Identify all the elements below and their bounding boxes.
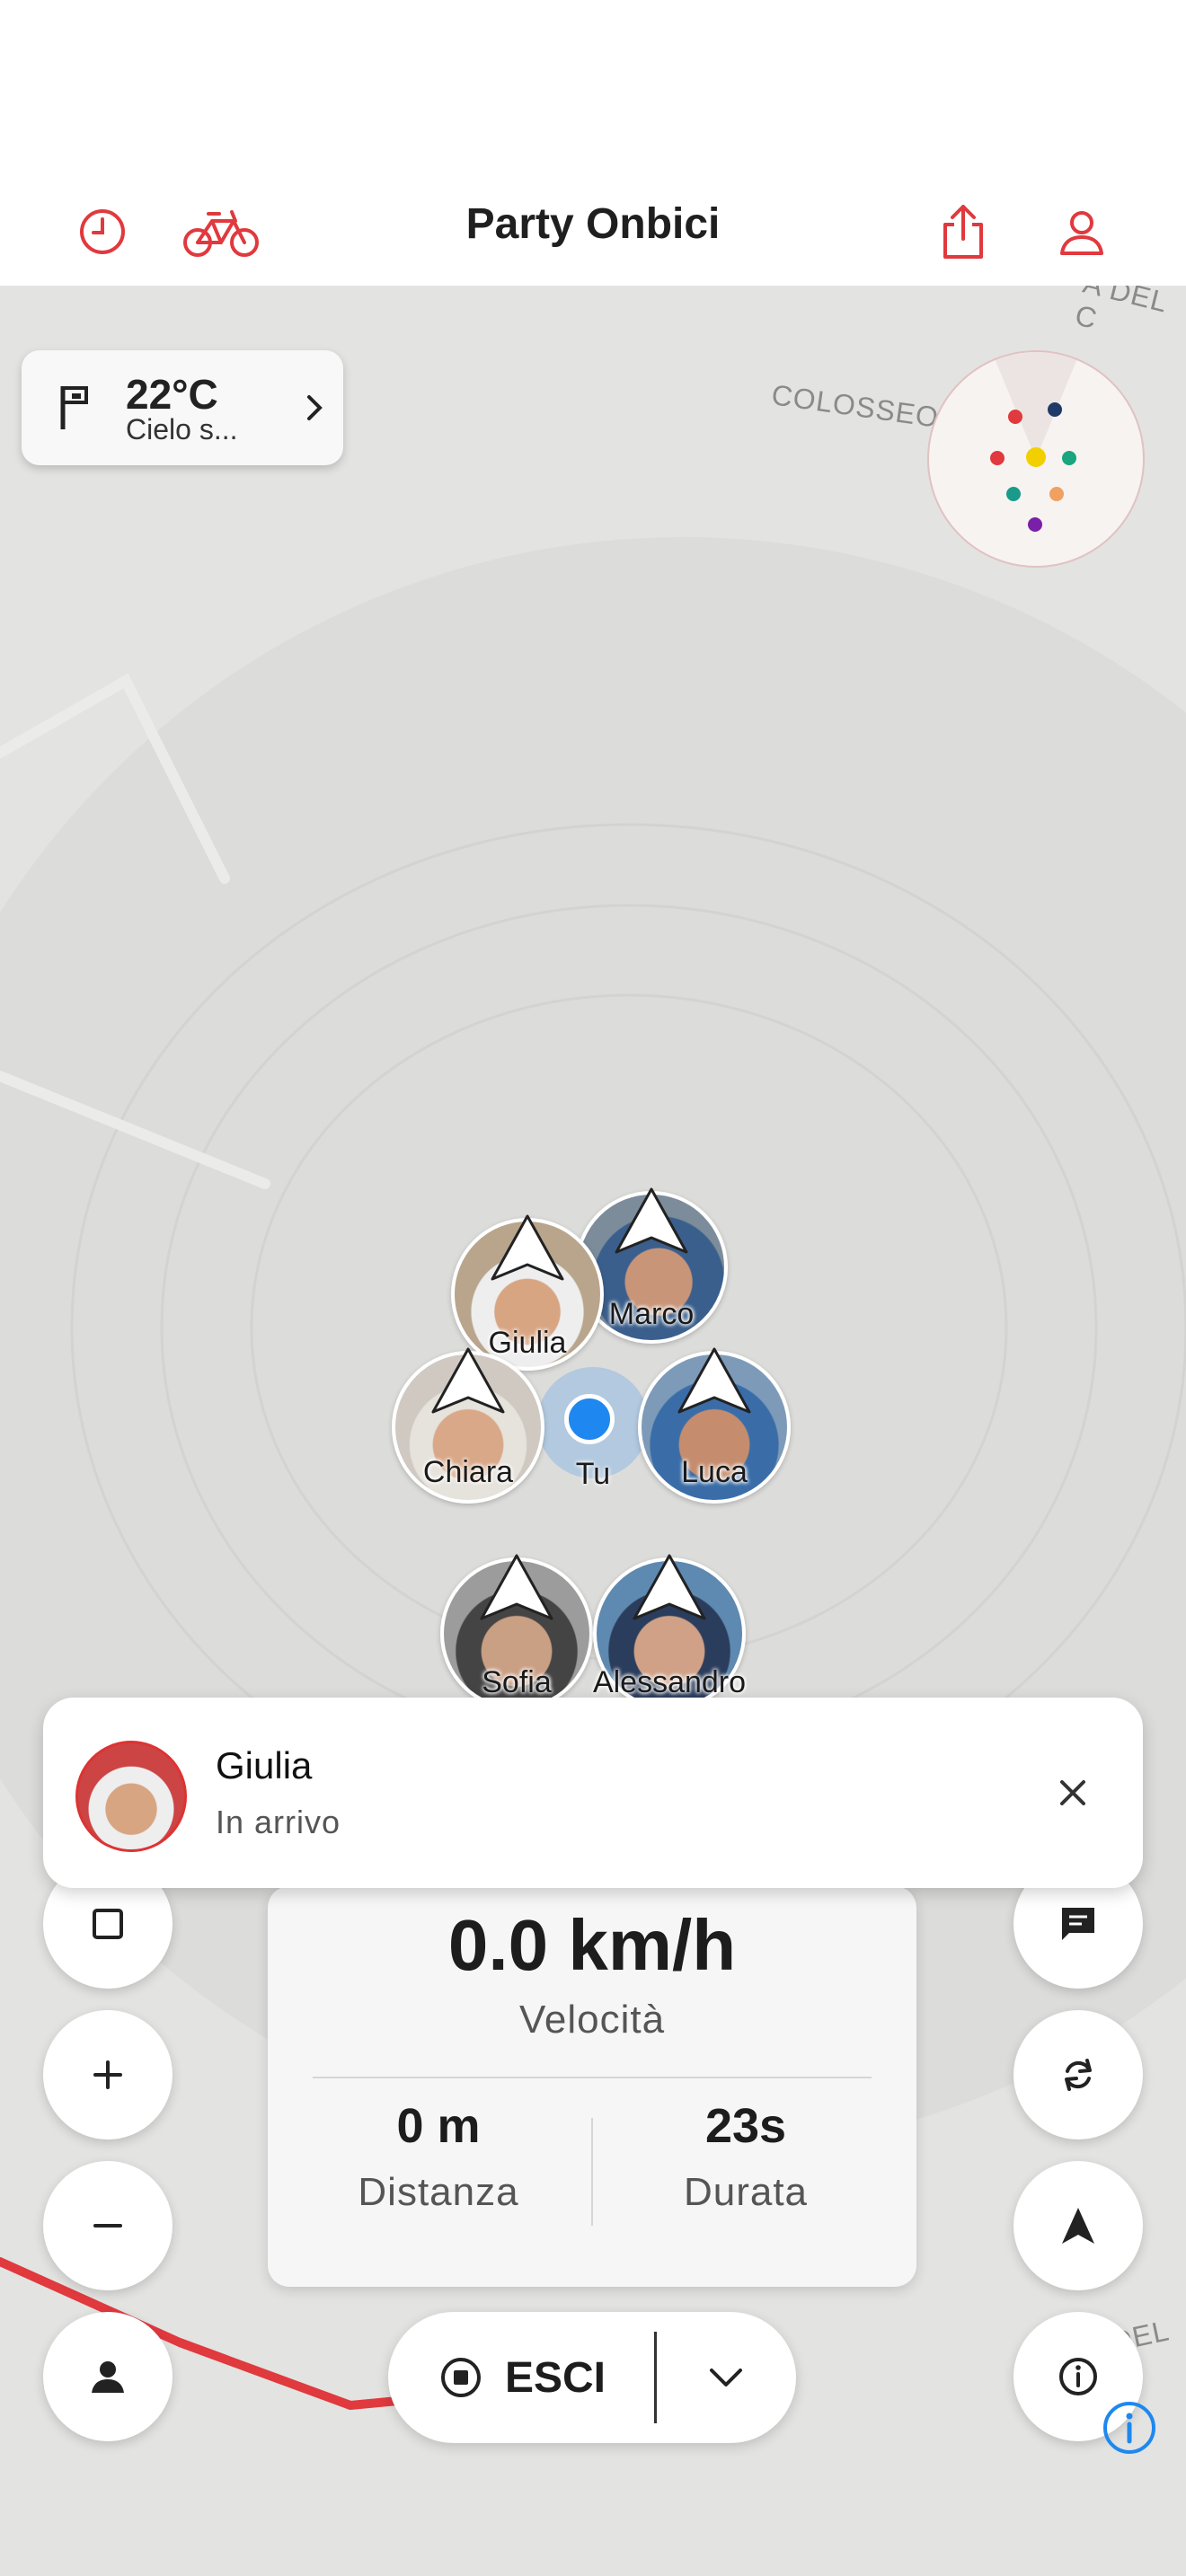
zoom-in-button[interactable] [43,2010,173,2139]
page-title: Party Onbici [465,200,721,248]
arrival-notification[interactable]: Giulia In arrivo [43,1698,1143,1888]
radar-dot [990,451,1005,465]
radar-dot [1048,402,1062,417]
duration-label: Durata [683,2170,809,2214]
speed-value: 0.0 km/h [447,1905,737,1985]
heading-arrow-icon [480,1554,553,1620]
chat-icon [1062,1908,1094,1940]
rider-marker-sofia[interactable]: Sofia [440,1554,593,1710]
info-icon [1059,2358,1097,2395]
radar-dot [1049,487,1064,501]
sync-icon [1065,2059,1092,2091]
notification-status: In arrivo [216,1804,341,1840]
stats-divider [313,2077,872,2078]
exit-label: ESCI [504,2353,606,2402]
speed-label: Velocità [518,1998,666,2042]
close-notification-button[interactable] [1039,1759,1107,1827]
zoom-in-icon [93,2060,122,2089]
person-icon [92,2361,124,2393]
weather-card[interactable]: 22°C Cielo s... [22,350,343,465]
notification-name: Giulia [216,1744,313,1786]
zoom-out-icon [93,2224,122,2228]
exit-ride-control: ESCI [388,2312,796,2443]
radar-dot [1028,517,1042,532]
person-button[interactable] [43,2312,173,2441]
chevron-right-icon [307,395,323,420]
navigate-arrow-icon [1062,2208,1094,2244]
close-icon [1060,1780,1085,1805]
radar-dot [1008,410,1022,424]
sync-button[interactable] [1013,2010,1143,2139]
status-bar-area [0,0,1186,180]
rider-name: Chiara [422,1455,514,1489]
stats-vertical-divider [591,2118,593,2226]
zoom-out-button[interactable] [43,2161,173,2290]
distance-stat: 0 m Distanza [295,2098,582,2215]
group-radar-minimap[interactable] [927,350,1145,568]
distance-label: Distanza [358,2170,519,2214]
distance-value: 0 m [396,2099,481,2153]
heading-arrow-icon [677,1347,751,1414]
radar-dot-you [1026,447,1046,467]
flag-icon [60,386,88,429]
rider-name: Sofia [482,1665,552,1699]
rider-marker-luca[interactable]: Luca [638,1347,791,1504]
profile-icon[interactable] [1049,199,1114,264]
chevron-down-icon [710,2369,742,2386]
radar-dot [1006,487,1021,501]
exit-separator [654,2332,657,2423]
heading-arrow-icon [633,1554,706,1620]
radar-dot [1062,451,1076,465]
weather-temperature: 22°C [126,371,218,418]
exit-button[interactable]: ESCI [388,2312,656,2443]
you-label: Tu [575,1457,611,1491]
stop-circle-icon [440,2358,481,2397]
heading-arrow-icon [491,1214,564,1281]
rider-name: Luca [681,1455,748,1489]
share-icon[interactable] [931,199,996,264]
layers-square-icon [93,1909,123,1939]
rider-name: Alessandro [592,1665,747,1699]
heading-arrow-icon [431,1347,505,1414]
map-attribution-info-icon[interactable] [1102,2400,1157,2456]
duration-stat: 23s Durata [602,2098,890,2215]
notification-avatar [75,1741,187,1852]
heading-arrow-icon [615,1187,688,1254]
weather-description: Cielo s... [126,413,238,446]
rider-marker-chiara[interactable]: Chiara [392,1347,544,1504]
navigate-button[interactable] [1013,2161,1143,2290]
you-location-dot[interactable] [564,1394,615,1444]
rider-marker-alessandro[interactable]: Alessandro [593,1554,746,1710]
exit-options-dropdown[interactable] [672,2312,780,2443]
ride-stats-card: 0.0 km/h Velocità 0 m Distanza 23s Durat… [268,1886,916,2287]
app-header: Party Onbici [0,180,1186,287]
duration-value: 23s [704,2099,787,2153]
